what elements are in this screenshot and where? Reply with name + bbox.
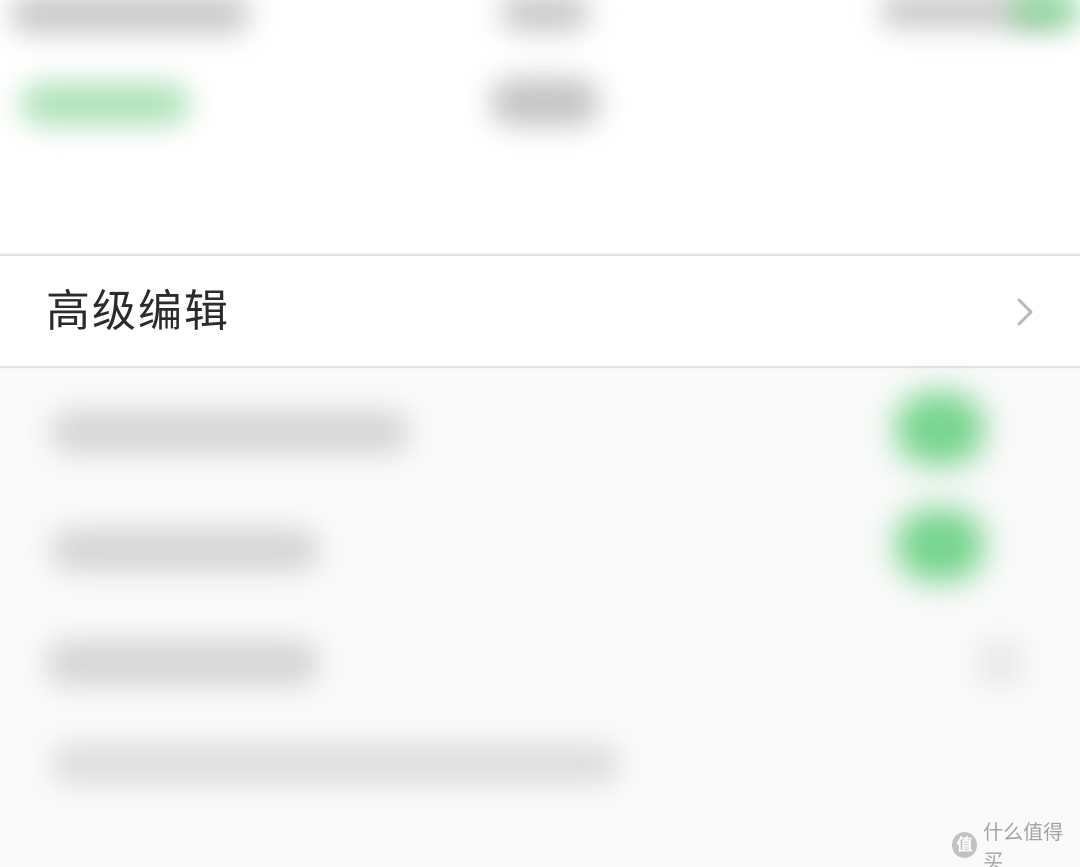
blurred-chevron <box>975 638 1025 688</box>
advanced-edit-row[interactable]: 高级编辑 <box>0 254 1080 368</box>
blurred-settings-list <box>0 370 1080 867</box>
blurred-indicator <box>1010 0 1080 28</box>
blurred-tab[interactable] <box>20 82 190 126</box>
blurred-text <box>500 0 590 32</box>
advanced-edit-label: 高级编辑 <box>46 286 230 337</box>
blurred-list-label <box>50 410 410 454</box>
blurred-list-label <box>50 744 620 784</box>
settings-screen: 高级编辑 值 什么值得买 <box>0 0 1080 867</box>
watermark: 值 什么值得买 <box>952 820 1080 867</box>
blurred-list-label <box>50 528 320 572</box>
watermark-logo: 值 <box>952 832 978 858</box>
toggle-switch[interactable] <box>895 392 985 466</box>
chevron-right-icon <box>1017 298 1033 326</box>
toggle-switch[interactable] <box>895 508 985 582</box>
blurred-text <box>10 0 250 34</box>
blurred-header-region <box>0 0 1080 252</box>
watermark-text: 什么值得买 <box>983 820 1064 867</box>
blurred-tab[interactable] <box>490 78 600 126</box>
blurred-list-label <box>45 640 320 686</box>
